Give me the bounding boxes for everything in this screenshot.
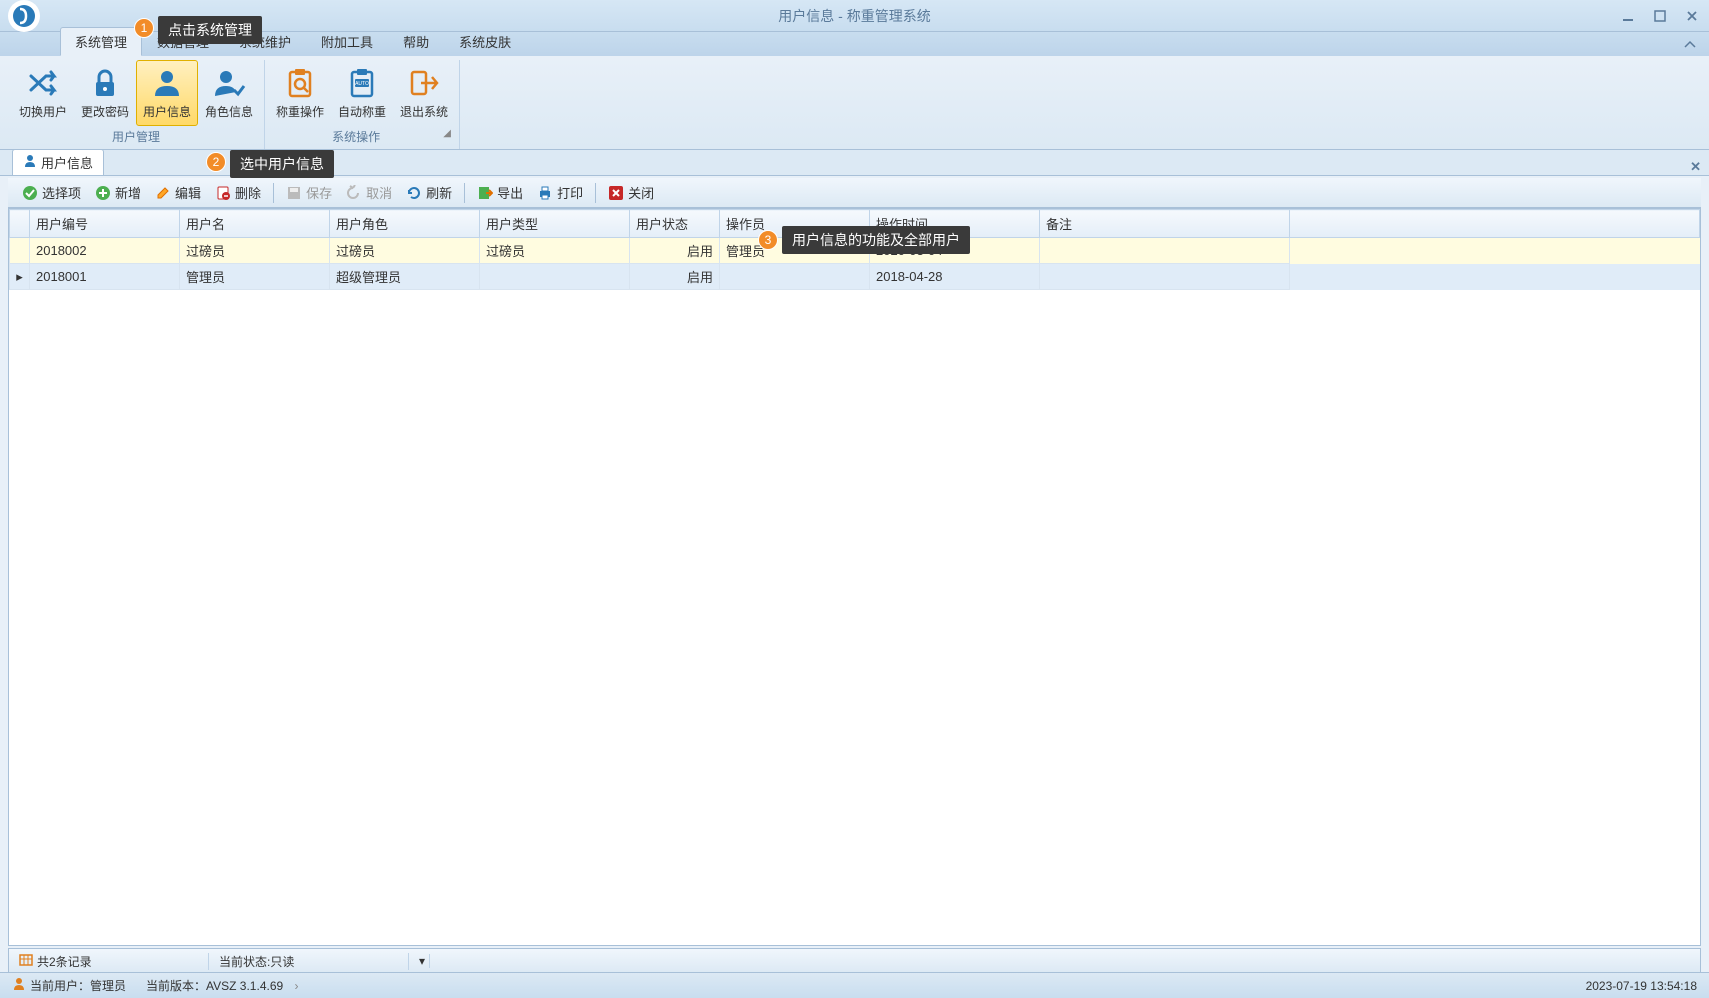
- panel-tab-userinfo[interactable]: 用户信息: [12, 149, 104, 175]
- ribbon-collapse-icon[interactable]: [1683, 38, 1697, 53]
- close-red-icon: [608, 185, 624, 201]
- record-count: 共2条记录: [9, 953, 209, 970]
- menu-tab-tools[interactable]: 附加工具: [306, 27, 388, 56]
- svg-text:AUTO: AUTO: [355, 81, 369, 87]
- callout-2: 选中用户信息: [230, 150, 334, 178]
- menu-tab-help[interactable]: 帮助: [388, 27, 444, 56]
- ribbon-weigh-op[interactable]: 称重操作: [269, 60, 331, 126]
- exit-icon: [406, 65, 442, 101]
- callout-1: 点击系统管理: [158, 16, 262, 44]
- ribbon-group-label-system: 系统操作◢: [269, 126, 455, 149]
- col-user-id[interactable]: 用户编号: [30, 210, 180, 238]
- toolbar-delete[interactable]: 删除: [209, 180, 267, 205]
- panel-tab-label: 用户信息: [41, 153, 93, 172]
- toolbar-save: 保存: [280, 180, 338, 205]
- undo-icon: [346, 185, 362, 201]
- auto-icon: AUTO: [344, 65, 380, 101]
- ribbon-user-info[interactable]: 用户信息: [136, 60, 198, 126]
- delete-icon: [215, 185, 231, 201]
- data-grid[interactable]: 用户编号 用户名 用户角色 用户类型 用户状态 操作员 操作时间 备注 2018…: [8, 208, 1701, 946]
- col-user-role[interactable]: 用户角色: [330, 210, 480, 238]
- check-green-icon: [22, 185, 38, 201]
- col-user-status[interactable]: 用户状态: [630, 210, 720, 238]
- group-expand-icon[interactable]: ◢: [443, 128, 451, 139]
- footer-datetime: 2023-07-19 13:54:18: [1586, 979, 1697, 993]
- window-title: 用户信息 - 称重管理系统: [778, 6, 930, 26]
- maximize-button[interactable]: [1651, 7, 1669, 25]
- save-icon: [286, 185, 302, 201]
- ribbon-group-label-users: 用户管理: [12, 126, 260, 149]
- app-logo: [8, 0, 40, 32]
- toolbar-edit[interactable]: 编辑: [149, 180, 207, 205]
- toolbar-select[interactable]: 选择项: [16, 180, 87, 205]
- ribbon-role-info[interactable]: 角色信息: [198, 60, 260, 126]
- status-dropdown[interactable]: ▾: [409, 954, 430, 968]
- footer-bar: 当前用户：管理员 当前版本：AVSZ 3.1.4.69 › 2023-07-19…: [0, 972, 1709, 998]
- export-icon: [477, 185, 493, 201]
- toolbar-refresh[interactable]: 刷新: [400, 180, 458, 205]
- clipboard-search-icon: [282, 65, 318, 101]
- current-state: 当前状态:只读: [209, 953, 409, 970]
- col-user-name[interactable]: 用户名: [180, 210, 330, 238]
- toolbar-cancel: 取消: [340, 180, 398, 205]
- menu-tab-system[interactable]: 系统管理: [60, 27, 142, 56]
- row-indicator-icon: ▸: [10, 264, 30, 290]
- status-strip: 共2条记录 当前状态:只读 ▾: [8, 948, 1701, 974]
- user-check-icon: [211, 65, 247, 101]
- user-small-icon: [23, 154, 37, 171]
- toolbar-close[interactable]: 关闭: [602, 180, 660, 205]
- refresh-icon: [406, 185, 422, 201]
- close-button[interactable]: [1683, 7, 1701, 25]
- col-user-type[interactable]: 用户类型: [480, 210, 630, 238]
- table-row[interactable]: ▸ 2018001管理员超级管理员 启用 2018-04-28: [10, 264, 1700, 290]
- ribbon-change-password[interactable]: 更改密码: [74, 60, 136, 126]
- user-icon: [149, 65, 185, 101]
- menu-tab-skin[interactable]: 系统皮肤: [444, 27, 526, 56]
- print-icon: [537, 185, 553, 201]
- ribbon-exit-system[interactable]: 退出系统: [393, 60, 455, 126]
- shuffle-icon: [25, 65, 61, 101]
- minimize-button[interactable]: [1619, 7, 1637, 25]
- records-icon: [19, 953, 33, 970]
- callout-badge-1: 1: [134, 18, 154, 38]
- toolbar-export[interactable]: 导出: [471, 180, 529, 205]
- ribbon-group-system: 称重操作 AUTO 自动称重 退出系统 系统操作◢: [265, 60, 460, 149]
- toolbar-print[interactable]: 打印: [531, 180, 589, 205]
- footer-version: 当前版本：AVSZ 3.1.4.69 ›: [146, 977, 299, 994]
- panel-close-icon[interactable]: ✕: [1690, 159, 1701, 175]
- edit-icon: [155, 185, 171, 201]
- ribbon-auto-weigh[interactable]: AUTO 自动称重: [331, 60, 393, 126]
- col-remark[interactable]: 备注: [1040, 210, 1290, 238]
- add-icon: [95, 185, 111, 201]
- user-tiny-icon: [12, 977, 26, 994]
- ribbon: 切换用户 更改密码 用户信息 角色信息 用户管理 称重操作 AUTO: [0, 56, 1709, 150]
- ribbon-group-users: 切换用户 更改密码 用户信息 角色信息 用户管理: [8, 60, 265, 149]
- lock-icon: [87, 65, 123, 101]
- callout-badge-3: 3: [758, 230, 778, 250]
- ribbon-switch-user[interactable]: 切换用户: [12, 60, 74, 126]
- callout-3: 用户信息的功能及全部用户: [782, 226, 970, 254]
- footer-user: 当前用户：管理员: [12, 977, 126, 994]
- toolbar: 选择项 新增 编辑 删除 保存 取消 刷新 导出 打印 关闭: [8, 178, 1701, 208]
- toolbar-add[interactable]: 新增: [89, 180, 147, 205]
- callout-badge-2: 2: [206, 152, 226, 172]
